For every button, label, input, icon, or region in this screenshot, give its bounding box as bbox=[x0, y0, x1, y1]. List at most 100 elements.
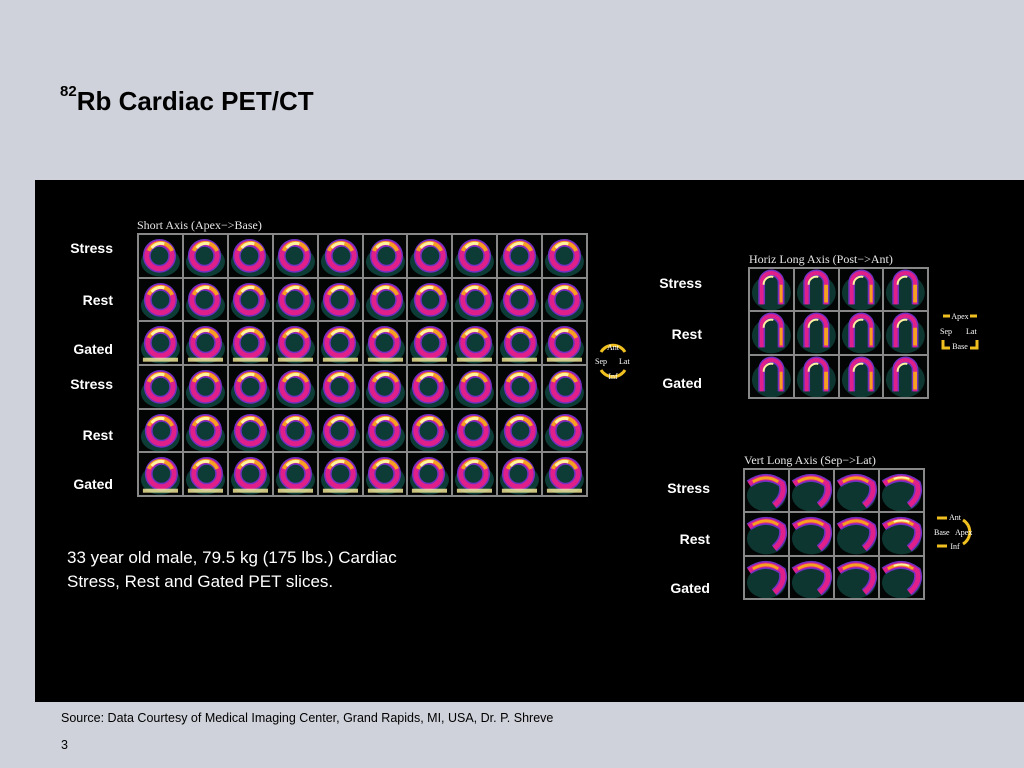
pet-slice-thumbnail bbox=[883, 268, 928, 312]
short-axis-row-label: Rest bbox=[82, 292, 113, 308]
pet-slice-thumbnail bbox=[542, 234, 587, 278]
pet-slice-image bbox=[410, 369, 450, 408]
vla-row-label: Stress bbox=[667, 480, 710, 496]
pet-slice-image bbox=[746, 517, 788, 555]
pet-image-panel: Short Axis (Apex−>Base) Stress Rest Gate… bbox=[35, 180, 1024, 702]
pet-slice-image bbox=[796, 312, 836, 354]
pet-slice-thumbnail bbox=[362, 452, 408, 496]
orient-right-label: Lat bbox=[619, 357, 630, 366]
horiz-long-axis-title: Horiz Long Axis (Post−>Ant) bbox=[749, 252, 893, 266]
pet-slice-thumbnail bbox=[227, 452, 273, 496]
hla-row-label: Stress bbox=[659, 275, 702, 291]
pet-slice-image bbox=[410, 238, 450, 277]
pet-slice-thumbnail bbox=[879, 469, 924, 513]
pet-slice-thumbnail bbox=[789, 469, 834, 513]
pet-slice-thumbnail bbox=[452, 365, 498, 409]
pet-slice-image bbox=[881, 517, 923, 555]
orient-bottom-label: Inf bbox=[608, 372, 618, 381]
case-description: 33 year old male, 79.5 kg (175 lbs.) Car… bbox=[67, 548, 397, 591]
pet-slice-image bbox=[836, 517, 878, 555]
orient-left-label: Base bbox=[934, 528, 950, 537]
pet-slice-thumbnail bbox=[793, 268, 839, 312]
pet-slice-thumbnail bbox=[227, 277, 273, 322]
pet-slice-image bbox=[841, 356, 881, 397]
pet-slice-thumbnail bbox=[452, 408, 498, 453]
pet-slice-image bbox=[230, 457, 270, 495]
pet-slice-image bbox=[365, 238, 405, 277]
pet-slice-thumbnail bbox=[182, 452, 228, 496]
pet-slice-thumbnail bbox=[883, 311, 928, 355]
pet-slice-image bbox=[320, 413, 360, 452]
pet-slice-thumbnail bbox=[744, 555, 789, 599]
pet-slice-thumbnail bbox=[789, 512, 834, 556]
pet-slice-image bbox=[410, 282, 450, 321]
pet-slice-image bbox=[881, 560, 923, 598]
pet-slice-image bbox=[796, 269, 836, 311]
pet-slice-thumbnail bbox=[407, 277, 453, 322]
pet-slice-thumbnail bbox=[452, 321, 498, 365]
pet-slice-thumbnail bbox=[272, 321, 318, 365]
pet-slice-thumbnail bbox=[749, 268, 794, 312]
pet-slice-thumbnail bbox=[879, 555, 924, 599]
pet-slice-image bbox=[455, 369, 495, 408]
hla-row-label: Rest bbox=[671, 326, 702, 342]
pet-slice-image bbox=[841, 312, 881, 354]
pet-slice-image bbox=[230, 282, 270, 321]
pet-slice-thumbnail bbox=[749, 311, 794, 355]
pet-slice-thumbnail bbox=[317, 277, 363, 322]
pet-slice-image bbox=[500, 282, 540, 321]
vla-orientation-icon: Ant Base Apex Inf bbox=[934, 513, 972, 551]
pet-slice-thumbnail bbox=[362, 277, 408, 322]
pet-slice-image bbox=[365, 413, 405, 452]
pet-slice-image bbox=[791, 517, 833, 555]
pet-slice-image bbox=[410, 326, 450, 364]
pet-slice-image bbox=[185, 238, 225, 277]
pet-slice-image bbox=[185, 369, 225, 408]
pet-slice-thumbnail bbox=[883, 354, 928, 398]
pet-slice-thumbnail bbox=[182, 365, 228, 409]
pet-slice-image bbox=[455, 326, 495, 364]
page-number: 3 bbox=[61, 738, 68, 752]
pet-slice-thumbnail bbox=[272, 277, 318, 322]
pet-slice-image bbox=[140, 238, 180, 277]
short-axis-title: Short Axis (Apex−>Base) bbox=[137, 218, 262, 232]
pet-slice-thumbnail bbox=[834, 555, 879, 599]
orient-left-label: Sep bbox=[940, 327, 952, 336]
pet-slice-thumbnail bbox=[182, 234, 228, 278]
pet-slice-image bbox=[365, 369, 405, 408]
pet-slice-thumbnail bbox=[227, 321, 273, 365]
pet-slice-image bbox=[410, 457, 450, 495]
pet-slice-image bbox=[545, 238, 585, 277]
pet-slice-thumbnail bbox=[542, 277, 587, 322]
pet-slice-thumbnail bbox=[452, 234, 498, 278]
pet-slice-image bbox=[320, 326, 360, 364]
orient-top-label: Ant bbox=[949, 513, 962, 522]
pet-slice-thumbnail bbox=[138, 452, 183, 496]
pet-slice-image bbox=[841, 269, 881, 311]
pet-slice-image bbox=[796, 356, 836, 397]
pet-slice-image bbox=[791, 473, 833, 512]
pet-slice-thumbnail bbox=[227, 234, 273, 278]
pet-slice-thumbnail bbox=[497, 277, 543, 322]
pet-slice-image bbox=[886, 269, 926, 311]
pet-slice-thumbnail bbox=[317, 234, 363, 278]
pet-slice-thumbnail bbox=[542, 321, 587, 365]
pet-slice-image bbox=[500, 457, 540, 495]
pet-slice-image bbox=[746, 560, 788, 598]
orient-top-label: Ant bbox=[607, 343, 620, 352]
pet-slice-thumbnail bbox=[227, 408, 273, 453]
pet-slice-image bbox=[751, 356, 791, 397]
pet-slice-thumbnail bbox=[138, 277, 183, 322]
pet-slice-image bbox=[500, 238, 540, 277]
short-axis-orientation-icon: Ant Sep Lat Inf bbox=[595, 343, 630, 381]
pet-slice-thumbnail bbox=[272, 365, 318, 409]
pet-slice-thumbnail bbox=[272, 408, 318, 453]
hla-orientation-icon: Apex Sep Lat Base bbox=[940, 312, 979, 351]
vla-slice-grid bbox=[743, 468, 925, 600]
pet-slice-thumbnail bbox=[497, 408, 543, 453]
pet-slice-image bbox=[500, 369, 540, 408]
pet-slice-image bbox=[836, 473, 878, 512]
pet-slice-thumbnail bbox=[138, 408, 183, 453]
pet-slice-image bbox=[275, 369, 315, 408]
pet-slice-thumbnail bbox=[452, 277, 498, 322]
